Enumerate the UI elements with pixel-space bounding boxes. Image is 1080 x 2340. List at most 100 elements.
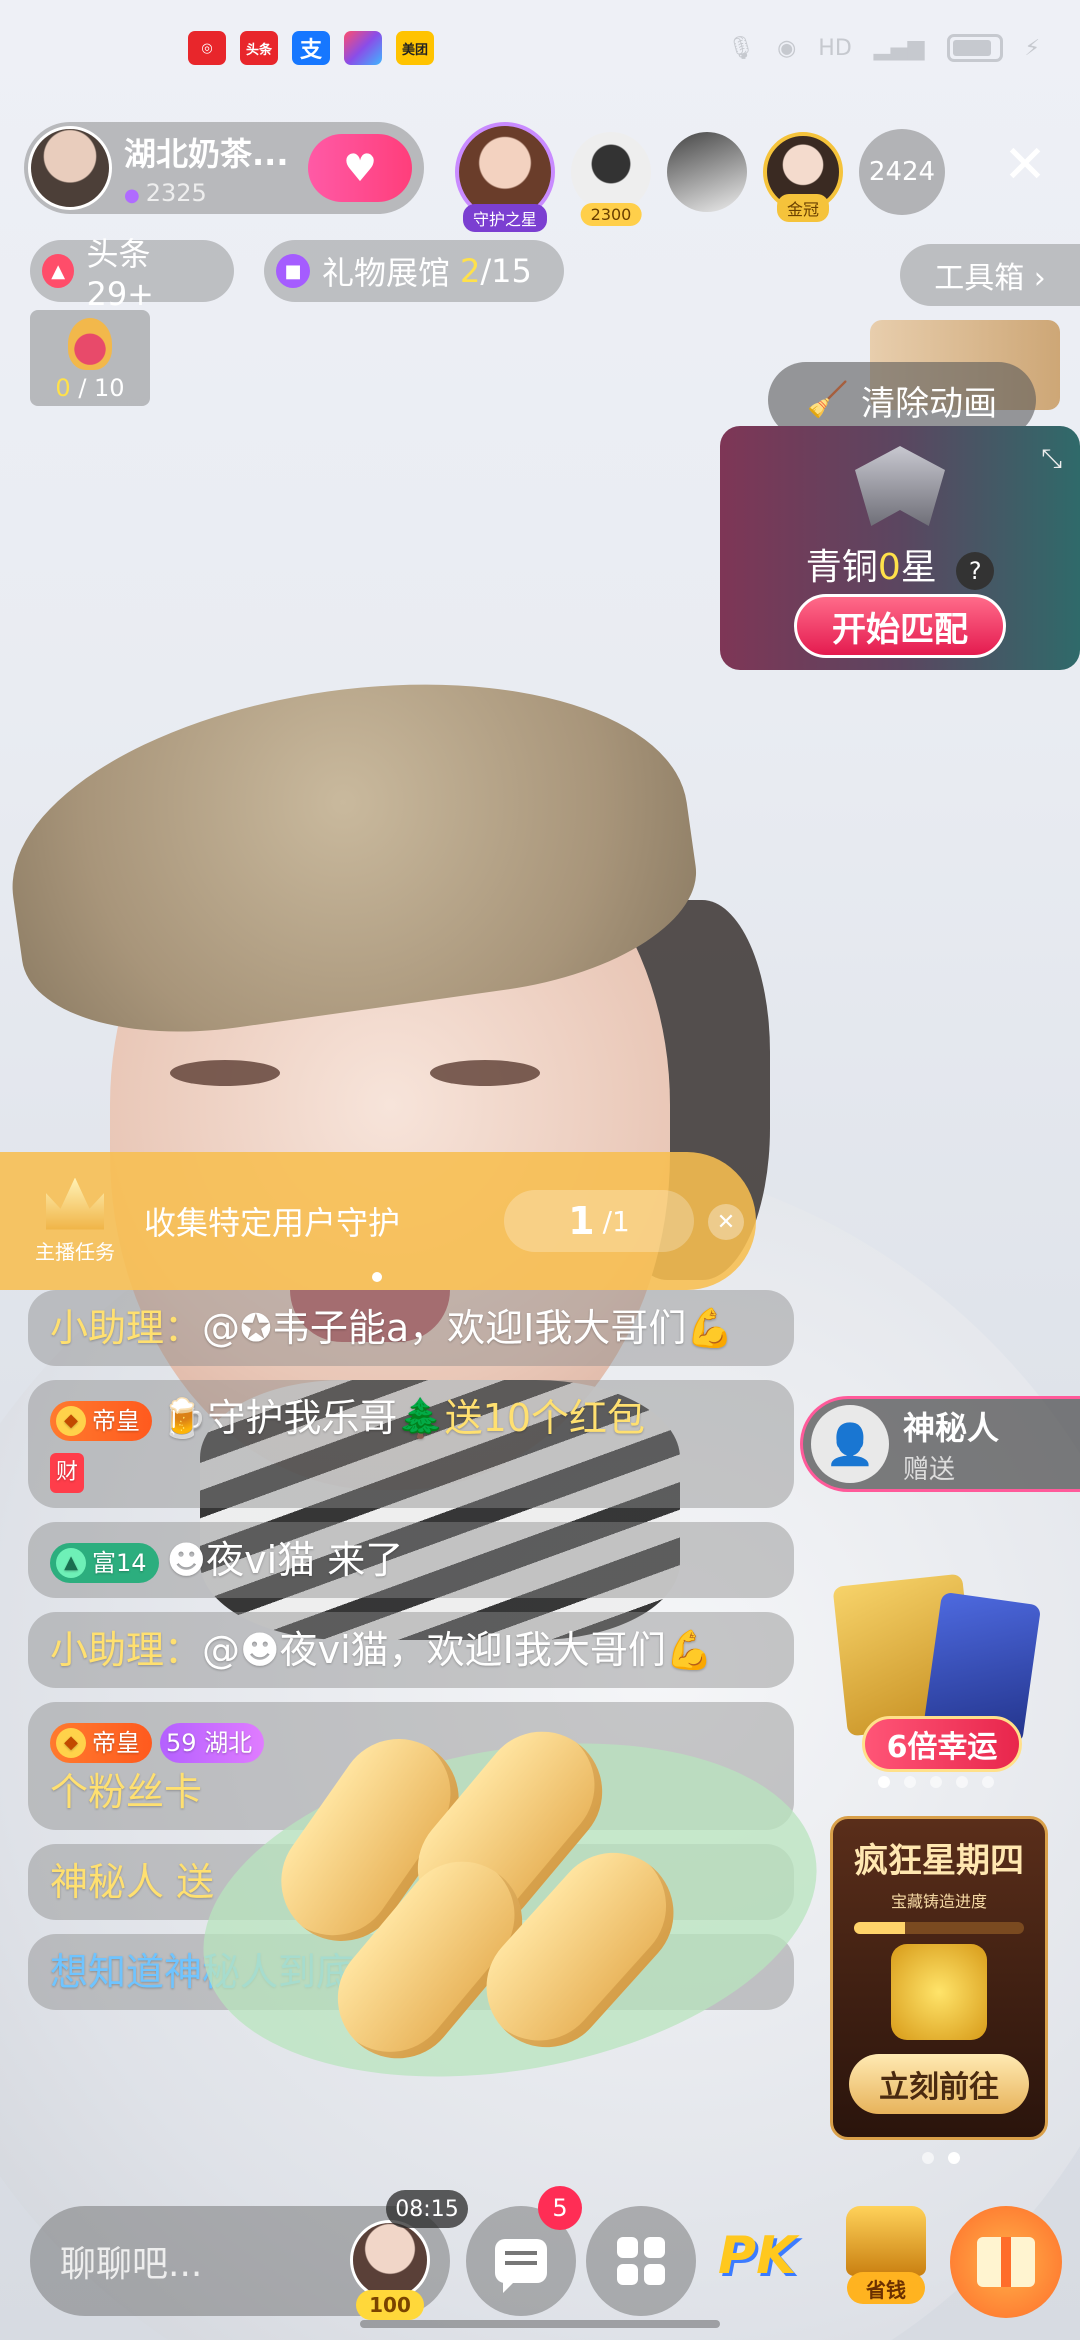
toolbox-button[interactable]: 工具箱 › bbox=[900, 244, 1080, 306]
task-icon-label: 主播任务 bbox=[35, 1239, 115, 1264]
task-text: 收集特定用户守护 bbox=[144, 1204, 401, 1242]
close-task-icon[interactable]: ✕ bbox=[708, 1204, 744, 1240]
guard-star-avatar[interactable]: 守护之星 bbox=[455, 122, 555, 232]
event-carousel-dots bbox=[922, 2152, 960, 2164]
chat-message: 小助理：@✪韦子能a，欢迎I我大哥们💪 bbox=[28, 1290, 794, 1366]
gift-icon bbox=[977, 2237, 1035, 2287]
gift-collection-box[interactable]: 0 / 10 bbox=[30, 310, 150, 406]
go-now-button[interactable]: 立刻前往 bbox=[849, 2054, 1029, 2114]
gift-hall-pill[interactable]: ■ 礼物展馆 2 /15 bbox=[264, 240, 564, 302]
carousel-dots bbox=[878, 1776, 994, 1788]
streamer-task-banner[interactable]: 主播任务 收集特定用户守护 1 /1 ✕ bbox=[0, 1152, 756, 1290]
mic-icon: 🎙 bbox=[727, 35, 756, 61]
mystery-gift-notice[interactable]: 👤 神秘人 赠送 bbox=[800, 1396, 1080, 1492]
treasure-chest-icon bbox=[846, 2206, 926, 2276]
charging-icon: ⚡ bbox=[1024, 35, 1040, 61]
meituan-icon: 美团 bbox=[396, 31, 434, 65]
host-score: 2325 bbox=[124, 179, 288, 207]
save-money-button[interactable]: 省钱 bbox=[836, 2206, 936, 2316]
expand-icon[interactable]: ⤡ bbox=[1041, 444, 1062, 475]
chat-username[interactable]: 神秘人 bbox=[50, 1860, 164, 1904]
tier-suffix: 星 bbox=[900, 547, 937, 588]
message-icon bbox=[495, 2239, 547, 2293]
lucky-card-widget[interactable]: 6倍幸运 bbox=[832, 1573, 1052, 1780]
luck-label: 6倍幸运 bbox=[862, 1716, 1022, 1772]
host-avatar[interactable] bbox=[28, 126, 112, 210]
diamond-icon: ◆ bbox=[56, 1727, 86, 1758]
my-avatar[interactable] bbox=[350, 2220, 430, 2300]
perfume-bottle-icon bbox=[68, 318, 112, 370]
viewer-count[interactable]: 2424 bbox=[859, 129, 945, 215]
crazy-thursday-event[interactable]: 疯狂星期四 宝藏铸造进度 立刻前往 bbox=[830, 1816, 1048, 2140]
chat-username[interactable]: 🍺守护我乐哥🌲 bbox=[160, 1396, 445, 1440]
emperor-label: 帝皇 bbox=[92, 1728, 140, 1757]
host-name: 湖北奶茶... bbox=[124, 135, 289, 173]
headline-label: 头条29+ bbox=[86, 235, 154, 313]
message-body: 来了 bbox=[315, 1538, 404, 1582]
message-body: 个粉丝卡 bbox=[50, 1770, 203, 1814]
gold-crown-tag: 金冠 bbox=[776, 194, 830, 222]
help-icon[interactable]: ? bbox=[956, 552, 995, 590]
viewer-score-tag: 2300 bbox=[580, 203, 642, 226]
mystery-action: 赠送 bbox=[903, 1454, 956, 1485]
right-eye bbox=[430, 1060, 540, 1086]
emperor-badge: ◆ 帝皇 bbox=[50, 1400, 152, 1441]
tier-prefix: 青铜 bbox=[805, 547, 878, 588]
headline-pill[interactable]: ▲ 头条29+ bbox=[30, 235, 234, 313]
flame-icon: ▲ bbox=[42, 254, 75, 288]
emperor-badge: ◆ 帝皇 bbox=[50, 1722, 152, 1763]
rich-level-badge: ▲ 富14 bbox=[50, 1542, 159, 1583]
alipay-icon: 支 bbox=[292, 31, 330, 65]
rank-tier: 青铜0星 ? bbox=[720, 538, 1080, 590]
colorful-app-icon bbox=[344, 31, 382, 65]
follow-button[interactable]: ♥ bbox=[308, 134, 412, 202]
save-money-label: 省钱 bbox=[847, 2272, 925, 2304]
task-progress-total: /1 bbox=[602, 1204, 630, 1238]
viewer-avatar-4[interactable]: 金冠 bbox=[763, 132, 843, 222]
battery-icon bbox=[946, 34, 1003, 62]
signal-icon: ▂▄▆ bbox=[873, 35, 925, 61]
chat-message: 小助理：@☻夜vi猫，欢迎I我大哥们💪 bbox=[28, 1612, 794, 1688]
gift-hall-current: 2 bbox=[460, 252, 481, 290]
viewer-avatar-2[interactable]: 2300 bbox=[571, 132, 651, 226]
avatar-level: 100 bbox=[356, 2290, 424, 2320]
clear-animation-label: 清除动画 bbox=[861, 383, 998, 424]
message-body: @☻夜vi猫，欢迎I我大哥们💪 bbox=[202, 1628, 714, 1672]
task-progress-current: 1 bbox=[568, 1199, 595, 1243]
event-progress-bar bbox=[854, 1922, 1024, 1934]
task-icon: 主播任务 bbox=[20, 1166, 130, 1276]
mystery-person-icon: 👤 bbox=[811, 1405, 889, 1483]
rich-level-label: 富14 bbox=[92, 1548, 147, 1577]
emperor-label: 帝皇 bbox=[92, 1406, 140, 1435]
helper-label: 小助理： bbox=[50, 1628, 203, 1672]
close-icon[interactable]: ✕ bbox=[990, 130, 1060, 200]
crown-icon bbox=[46, 1177, 104, 1230]
timer: 08:15 bbox=[386, 2190, 468, 2228]
red-app-icon: ◎ bbox=[188, 31, 226, 65]
event-subtitle: 宝藏铸造进度 bbox=[890, 1892, 987, 1911]
start-match-button[interactable]: 开始匹配 bbox=[794, 594, 1006, 658]
pk-button[interactable]: PK bbox=[718, 2226, 796, 2286]
helper-label: 小助理： bbox=[50, 1306, 203, 1350]
event-title: 疯狂星期四 bbox=[854, 1841, 1024, 1881]
gift-hall-total: /15 bbox=[480, 252, 532, 290]
home-indicator[interactable] bbox=[360, 2320, 720, 2328]
chat-username[interactable]: ☻夜vi猫 bbox=[167, 1538, 316, 1582]
gift-hall-label: 礼物展馆 bbox=[322, 254, 451, 292]
task-progress: 1 /1 bbox=[504, 1190, 694, 1252]
status-bar: ◎ 头条 支 美团 🎙 ◉ HD ▂▄▆ ⚡ bbox=[0, 0, 1080, 96]
more-apps-button[interactable] bbox=[586, 2206, 696, 2316]
toutiao-icon: 头条 bbox=[240, 31, 278, 65]
pk-rank-card[interactable]: ⤡ 青铜0星 ? 开始匹配 bbox=[720, 426, 1080, 670]
notification-app-icons: ◎ 头条 支 美团 bbox=[188, 31, 434, 65]
pager-dot bbox=[372, 1272, 382, 1282]
gift-action: 送10个红包 bbox=[444, 1396, 645, 1440]
gift-button[interactable] bbox=[950, 2206, 1062, 2318]
guard-star-label: 守护之星 bbox=[462, 204, 548, 232]
spring-roll-gift-animation bbox=[176, 1690, 844, 2122]
viewer-avatar-3[interactable] bbox=[667, 132, 747, 212]
gift-box-icon: ■ bbox=[276, 254, 310, 288]
top-viewers: 守护之星 2300 金冠 2424 bbox=[455, 122, 945, 232]
treasure-chest-icon bbox=[891, 1944, 987, 2040]
grid-icon bbox=[617, 2237, 665, 2285]
